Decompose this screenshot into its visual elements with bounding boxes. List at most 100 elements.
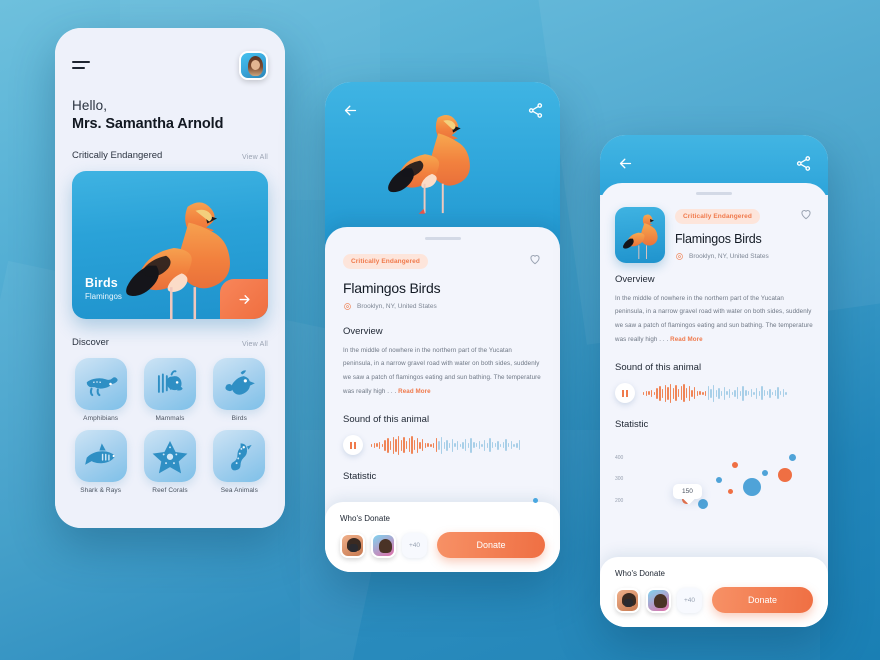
overview-label: Overview: [343, 325, 383, 337]
statistic-label: Statistic: [615, 419, 649, 431]
statistic-label: Statistic: [343, 471, 377, 483]
sheet-grabber[interactable]: [696, 192, 732, 195]
starfish-icon: [143, 430, 196, 482]
overview-text: In the middle of nowhere in the northern…: [615, 294, 813, 344]
location-row: Brooklyn, NY, United States: [343, 302, 542, 311]
donate-label: Who's Donate: [615, 569, 665, 578]
chart-bubble[interactable]: [697, 498, 708, 509]
donor-count-badge[interactable]: +40: [402, 532, 427, 558]
bird-icon: [213, 358, 266, 410]
location-pin-icon: [344, 302, 351, 310]
detail-hero-image: [325, 82, 560, 250]
chart-bubble[interactable]: [789, 454, 797, 462]
overview-text: In the middle of nowhere in the northern…: [343, 346, 541, 396]
view-all-endangered[interactable]: View All: [242, 154, 268, 161]
arrow-left-icon[interactable]: [614, 152, 636, 174]
statistic-sheet: Critically Endangered Flamingos Birds Br…: [600, 183, 828, 627]
donor-avatar[interactable]: [340, 532, 365, 558]
hamburger-icon[interactable]: [72, 61, 90, 69]
category-mammals[interactable]: Mammals: [141, 358, 198, 422]
read-more-link[interactable]: Read More: [670, 336, 703, 343]
user-name: Mrs. Samantha Arnold: [72, 116, 224, 132]
donate-panel: Who's Donate +40 Donate: [600, 557, 828, 627]
flamingo-photo: [388, 114, 470, 214]
donate-button[interactable]: Donate: [437, 532, 545, 558]
detail-sheet: Critically Endangered Flamingos Birds Br…: [325, 227, 560, 572]
discover-section-header: Discover View All: [72, 337, 268, 348]
sound-label: Sound of this animal: [615, 362, 702, 374]
audio-player: [615, 382, 813, 404]
hero-subtitle: Flamingos: [85, 292, 122, 301]
status-badge: Critically Endangered: [675, 208, 760, 224]
phone-detail-screen: Critically Endangered Flamingos Birds Br…: [325, 82, 560, 572]
seahorse-icon: [213, 430, 266, 482]
location-text: Brooklyn, NY, United States: [689, 252, 769, 260]
hero-title: Birds: [85, 276, 118, 290]
y-axis-tick: 300: [615, 476, 624, 483]
lizard-icon: [74, 358, 127, 410]
phone-home-screen: Hello, Mrs. Samantha Arnold Critically E…: [55, 28, 285, 528]
read-more-link[interactable]: Read More: [398, 388, 431, 395]
y-axis-tick: 200: [615, 497, 624, 504]
donor-avatar[interactable]: [646, 587, 671, 613]
phone-statistic-screen: Critically Endangered Flamingos Birds Br…: [600, 135, 828, 627]
notification-dot: [533, 498, 538, 503]
category-birds[interactable]: Birds: [211, 358, 268, 422]
share-icon[interactable]: [524, 99, 546, 121]
location-pin-icon: [676, 252, 683, 260]
category-sea-animals[interactable]: Sea Animals: [211, 430, 268, 494]
audio-player: [343, 434, 542, 456]
chart-bubble[interactable]: [732, 462, 739, 469]
user-avatar[interactable]: [239, 50, 268, 80]
y-axis-tick: 400: [615, 454, 624, 461]
location-row: Brooklyn, NY, United States: [675, 252, 813, 261]
location-text: Brooklyn, NY, United States: [357, 302, 437, 310]
overview-label: Overview: [615, 273, 655, 285]
section-title-endangered: Critically Endangered: [72, 150, 163, 161]
donate-panel: Who's Donate +40 Donate: [325, 498, 560, 572]
pause-icon[interactable]: [343, 435, 363, 456]
pause-icon[interactable]: [615, 383, 635, 404]
donor-avatar[interactable]: [615, 587, 640, 613]
share-icon[interactable]: [792, 152, 814, 174]
status-badge: Critically Endangered: [343, 253, 428, 269]
sound-label: Sound of this animal: [343, 414, 430, 426]
statistic-bubble-chart[interactable]: 400 300 200 150: [615, 437, 813, 519]
chart-bubble[interactable]: [716, 477, 722, 484]
shark-icon: [74, 430, 127, 482]
heart-icon[interactable]: [528, 252, 542, 271]
heart-icon[interactable]: [799, 207, 813, 226]
section-title-discover: Discover: [72, 337, 109, 348]
arrow-right-icon[interactable]: [220, 279, 268, 319]
category-label: Mammals: [155, 415, 185, 422]
audio-waveform[interactable]: [643, 382, 813, 404]
category-amphibians[interactable]: Amphibians: [72, 358, 129, 422]
chart-bubble[interactable]: [777, 468, 792, 483]
chart-bubble[interactable]: [761, 469, 768, 476]
category-shark-rays[interactable]: Shark & Rays: [72, 430, 129, 494]
donate-button[interactable]: Donate: [712, 587, 813, 613]
sheet-grabber[interactable]: [424, 237, 461, 240]
chart-tooltip: 150: [673, 483, 702, 499]
endangered-section-header: Critically Endangered View All: [72, 150, 268, 161]
audio-waveform[interactable]: [371, 434, 542, 456]
home-topbar: [72, 46, 268, 84]
category-label: Amphibians: [83, 415, 119, 422]
greeting-text: Hello,: [72, 98, 108, 113]
category-label: Shark & Rays: [80, 487, 122, 494]
view-all-discover[interactable]: View All: [242, 341, 268, 348]
donor-count-badge[interactable]: +40: [677, 587, 702, 613]
zebra-icon: [143, 358, 196, 410]
category-label: Birds: [231, 415, 247, 422]
category-reef-corals[interactable]: Reef Corals: [141, 430, 198, 494]
chart-bubble[interactable]: [742, 477, 761, 496]
flamingo-thumbnail[interactable]: [615, 206, 665, 263]
donor-avatar[interactable]: [371, 532, 396, 558]
donate-label: Who's Donate: [340, 514, 390, 523]
discover-grid: Amphibians Mammals Birds Shark & Rays Re…: [72, 358, 268, 494]
featured-bird-card[interactable]: Birds Flamingos: [72, 171, 268, 319]
category-label: Reef Corals: [152, 487, 188, 494]
category-label: Sea Animals: [220, 487, 258, 494]
chart-bubble[interactable]: [727, 488, 733, 494]
page-title: Flamingos Birds: [675, 231, 762, 246]
